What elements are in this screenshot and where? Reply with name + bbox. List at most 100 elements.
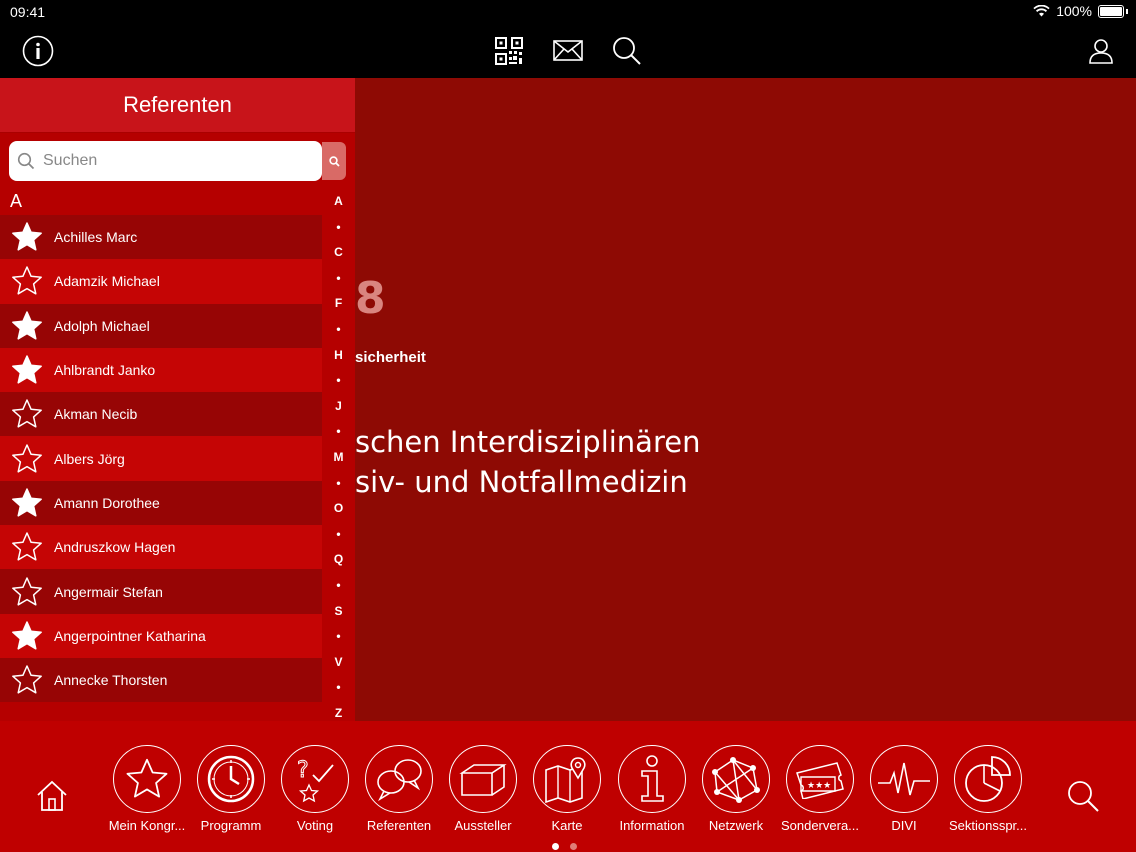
user-icon[interactable] [1084, 34, 1118, 68]
index-letter[interactable]: M [322, 450, 355, 464]
index-letter[interactable]: • [322, 527, 355, 541]
status-bar: 09:41 100% [0, 0, 1136, 24]
page-indicator [552, 843, 577, 850]
dock-item[interactable]: ★★★ Sondervera... [780, 745, 860, 833]
speaker-row[interactable]: Akman Necib [0, 392, 322, 437]
map-icon [533, 745, 601, 813]
index-letter[interactable]: C [322, 245, 355, 259]
dock-item[interactable]: Aussteller [443, 745, 523, 833]
speaker-row[interactable]: Adamzik Michael [0, 259, 322, 304]
favorite-star-filled-icon[interactable] [0, 221, 54, 253]
speaker-row[interactable]: Annecke Thorsten [0, 657, 322, 703]
dock-item[interactable]: Referenten [359, 745, 439, 833]
speaker-name: Angerpointner Katharina [54, 627, 206, 644]
dock-item[interactable]: Information [612, 745, 692, 833]
favorite-star-outline-icon[interactable] [0, 664, 54, 696]
dock-item-label: DIVI [891, 818, 917, 833]
speaker-row[interactable]: Angerpointner Katharina [0, 613, 322, 658]
speaker-search-field[interactable] [9, 141, 322, 181]
index-letter[interactable]: • [322, 220, 355, 234]
speaker-name: Albers Jörg [54, 450, 125, 467]
page-dot [570, 843, 577, 850]
dock-item[interactable]: Sektionsspr... [948, 745, 1028, 833]
search-icon[interactable] [610, 34, 644, 68]
dock-item-label: Voting [296, 818, 334, 833]
favorite-star-filled-icon[interactable] [0, 487, 54, 519]
index-letter[interactable]: • [322, 271, 355, 285]
dock-item[interactable]: Programm [191, 745, 271, 833]
status-time: 09:41 [10, 4, 46, 20]
battery-percent: 100% [1056, 3, 1092, 19]
main-content-background [355, 78, 1136, 721]
favorite-star-outline-icon[interactable] [0, 576, 54, 608]
bottom-dock: Mein Kongr... Programm? Voting Referenten Au… [0, 721, 1136, 852]
dock-item-label: Karte [551, 818, 583, 833]
speaker-list[interactable]: Achilles Marc Adamzik Michael Adolph Micha… [0, 215, 322, 703]
mail-icon[interactable] [551, 34, 585, 68]
index-letter[interactable]: O [322, 501, 355, 515]
favorite-star-outline-icon[interactable] [0, 265, 54, 297]
index-letter[interactable]: A [322, 194, 355, 208]
index-letter[interactable]: • [322, 680, 355, 694]
svg-text:?: ? [297, 758, 309, 783]
index-letter[interactable]: • [322, 578, 355, 592]
favorite-star-filled-icon[interactable] [0, 354, 54, 386]
index-letter[interactable]: • [322, 373, 355, 387]
favorite-star-filled-icon[interactable] [0, 310, 54, 342]
speaker-name: Ahlbrandt Janko [54, 362, 156, 379]
voting-icon: ? [281, 745, 349, 813]
search-icon [17, 152, 35, 170]
speakers-panel: Referenten A Achilles Marc Adamzik Michae… [0, 78, 355, 721]
dock-item[interactable]: Karte [527, 745, 607, 833]
dock-item-label: Information [619, 818, 685, 833]
speaker-row[interactable]: Angermair Stefan [0, 569, 322, 614]
speaker-row[interactable]: Achilles Marc [0, 215, 322, 260]
congress-year-fragment: 8 [355, 273, 386, 324]
speaker-row[interactable]: Amann Dorothee [0, 480, 322, 526]
top-navbar [0, 24, 1136, 78]
index-letter[interactable]: S [322, 604, 355, 618]
speaker-name: Angermair Stefan [54, 583, 163, 600]
speaker-name: Andruszkow Hagen [54, 539, 176, 556]
index-letter[interactable]: Q [322, 552, 355, 566]
speaker-row[interactable]: Ahlbrandt Janko [0, 347, 322, 393]
favorite-star-outline-icon[interactable] [0, 398, 54, 430]
dock-item-label: Aussteller [454, 818, 512, 833]
index-letter[interactable]: • [322, 424, 355, 438]
index-letter[interactable]: H [322, 348, 355, 362]
speaker-row[interactable]: Adolph Michael [0, 303, 322, 348]
speaker-name: Adamzik Michael [54, 273, 160, 290]
qr-code-icon[interactable] [492, 34, 526, 68]
index-letter[interactable]: V [322, 655, 355, 669]
congress-title-line1: schen Interdisziplinären [355, 425, 701, 459]
star-icon [113, 745, 181, 813]
index-letter[interactable]: • [322, 476, 355, 490]
favorite-star-filled-icon[interactable] [0, 620, 54, 652]
index-letter[interactable]: J [322, 399, 355, 413]
dock-search-icon[interactable] [1066, 779, 1100, 818]
info-icon[interactable] [21, 34, 55, 68]
dock-item-label: Mein Kongr... [108, 818, 186, 833]
index-letter[interactable]: • [322, 629, 355, 643]
dock-item-label: Sektionsspr... [948, 818, 1028, 833]
index-search-icon[interactable] [322, 142, 346, 180]
dock-item[interactable]: DIVI [864, 745, 944, 833]
page-dot-active [552, 843, 559, 850]
favorite-star-outline-icon[interactable] [0, 531, 54, 563]
favorite-star-outline-icon[interactable] [0, 443, 54, 475]
clock-icon [197, 745, 265, 813]
speaker-name: Achilles Marc [54, 229, 138, 246]
dock-item[interactable]: Mein Kongr... [107, 745, 187, 833]
dock-item[interactable]: ? Voting [275, 745, 355, 833]
speaker-name: Amann Dorothee [54, 494, 160, 511]
alphabet-index[interactable]: A • C • F • H • J • M • O • Q • S • V • Z [322, 142, 355, 720]
index-letter[interactable]: • [322, 322, 355, 336]
speaker-row[interactable]: Albers Jörg [0, 436, 322, 481]
index-letter[interactable]: Z [322, 706, 355, 720]
pie-icon [954, 745, 1022, 813]
home-icon[interactable] [35, 779, 69, 818]
dock-item[interactable]: Netzwerk [696, 745, 776, 833]
index-letter[interactable]: F [322, 296, 355, 310]
speaker-row[interactable]: Andruszkow Hagen [0, 525, 322, 570]
speaker-search-input[interactable] [41, 151, 305, 171]
